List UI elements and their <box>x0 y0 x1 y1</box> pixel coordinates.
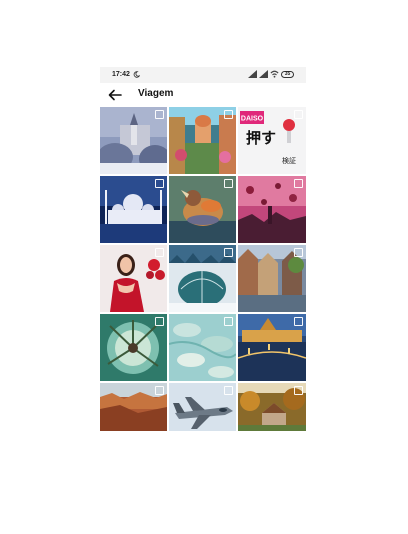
grid-tile-tree-underwater-view[interactable] <box>100 314 167 381</box>
status-icons: 35 <box>248 70 294 78</box>
grid-tile-parliament-night-city[interactable] <box>238 314 306 381</box>
signal-icon <box>248 70 257 78</box>
status-time: 17:42 <box>112 71 130 78</box>
grid-tile-white-mosque-night[interactable] <box>100 176 167 243</box>
grid-tile-old-houses-river[interactable] <box>238 245 306 312</box>
signal-icon <box>259 70 268 78</box>
grid-tile-canyon-landscape[interactable] <box>100 383 167 431</box>
select-checkbox-icon[interactable] <box>224 110 233 119</box>
wifi-icon <box>270 70 279 78</box>
select-checkbox-icon[interactable] <box>294 386 303 395</box>
select-checkbox-icon[interactable] <box>155 179 164 188</box>
select-checkbox-icon[interactable] <box>155 317 164 326</box>
daiso-logo-text: DAISO <box>241 116 264 123</box>
moon-icon <box>133 71 140 78</box>
grid-tile-fighter-jet[interactable] <box>169 383 236 431</box>
select-checkbox-icon[interactable] <box>294 110 303 119</box>
grid-tile-mandarin-duck[interactable] <box>169 176 236 243</box>
select-checkbox-icon[interactable] <box>224 386 233 395</box>
photo-grid: DAISO 押す 検証 <box>100 107 306 431</box>
grid-tile-woman-red-dress[interactable] <box>100 245 167 312</box>
grid-tile-balloons-pink-sky[interactable] <box>238 176 306 243</box>
grid-tile-turquoise-water-rocks[interactable] <box>169 314 236 381</box>
back-arrow-icon[interactable] <box>108 89 122 101</box>
select-checkbox-icon[interactable] <box>294 248 303 257</box>
battery-icon: 35 <box>281 70 294 78</box>
phone-screen: 17:42 35 Viagem DAISO 押す 検証 <box>100 67 306 434</box>
status-bar: 17:42 35 <box>100 67 306 83</box>
select-checkbox-icon[interactable] <box>155 248 164 257</box>
daiso-big-text: 押す <box>246 129 276 147</box>
battery-level: 35 <box>284 71 291 77</box>
page-title: Viagem <box>138 88 174 99</box>
select-checkbox-icon[interactable] <box>224 317 233 326</box>
select-checkbox-icon[interactable] <box>155 110 164 119</box>
daiso-small-text: 検証 <box>282 156 296 165</box>
select-checkbox-icon[interactable] <box>155 386 164 395</box>
grid-tile-colorful-village-street[interactable] <box>169 107 236 174</box>
select-checkbox-icon[interactable] <box>224 179 233 188</box>
grid-tile-daiso-ad[interactable]: DAISO 押す 検証 <box>238 107 306 174</box>
select-checkbox-icon[interactable] <box>294 317 303 326</box>
grid-tile-snowy-castle[interactable] <box>100 107 167 174</box>
header: Viagem <box>100 83 306 107</box>
grid-tile-autumn-village[interactable] <box>238 383 306 431</box>
select-checkbox-icon[interactable] <box>224 248 233 257</box>
grid-tile-glass-igloo-snow[interactable] <box>169 245 236 312</box>
select-checkbox-icon[interactable] <box>294 179 303 188</box>
